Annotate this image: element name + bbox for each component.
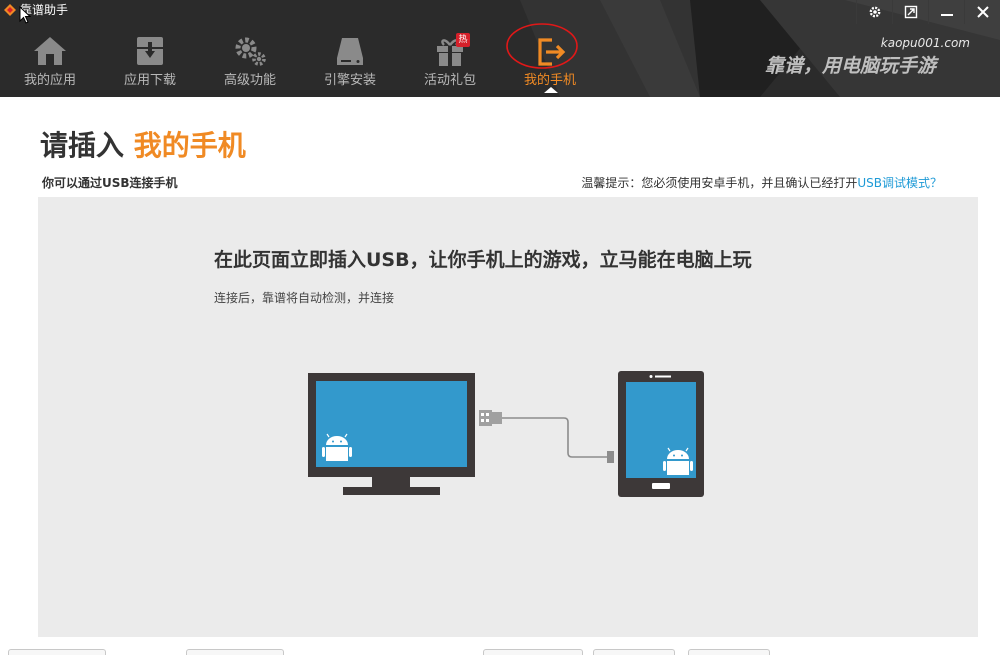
- nav-item-app-download[interactable]: 应用下载: [100, 30, 200, 92]
- panel-subtext: 连接后，靠谱将自动检测，并连接: [214, 291, 395, 305]
- nav-item-advanced[interactable]: 高级功能: [200, 30, 300, 92]
- nav-item-gift-pack[interactable]: 热 活动礼包: [400, 30, 500, 92]
- home-icon: [34, 37, 66, 65]
- restore-icon: [904, 5, 917, 19]
- monitor-icon: [308, 373, 475, 495]
- bottom-tab[interactable]: [593, 649, 675, 655]
- app-title: 靠谱助手: [4, 2, 68, 18]
- settings-button[interactable]: [856, 0, 892, 24]
- usb-cable-icon: [479, 410, 614, 463]
- connect-panel: 在此页面立即插入USB，让你手机上的游戏，立马能在电脑上玩 连接后，靠谱将自动检…: [38, 197, 978, 637]
- mouse-cursor-icon: [19, 6, 31, 24]
- phone-icon: [618, 371, 704, 497]
- nav-item-engine-install[interactable]: 引擎安装: [300, 30, 400, 92]
- bottom-tab[interactable]: [483, 649, 583, 655]
- page-title-prefix: 请插入: [40, 129, 125, 162]
- active-caret: [544, 87, 558, 93]
- main-nav: 我的应用 应用下载 高级功能 引擎安装 热 活动礼包 我的手机: [0, 23, 600, 93]
- window-controls: [856, 0, 1000, 24]
- nav-item-my-phone[interactable]: 我的手机: [500, 23, 600, 93]
- bottom-tab[interactable]: [8, 649, 106, 655]
- minimize-icon: [940, 14, 953, 16]
- usb-connection-illustration: [308, 371, 704, 497]
- tip-text: 温馨提示：您必须使用安卓手机，并且确认已经打开: [581, 176, 858, 190]
- site-url: kaopu001.com: [880, 36, 970, 50]
- usb-debug-tip: 温馨提示：您必须使用安卓手机，并且确认已经打开USB调试模式？: [581, 174, 942, 191]
- restore-button[interactable]: [892, 0, 928, 24]
- page-title: 请插入 我的手机: [40, 124, 246, 164]
- bottom-tab[interactable]: [186, 649, 284, 655]
- nav-label: 我的手机: [523, 73, 576, 88]
- nav-label: 活动礼包: [423, 73, 476, 88]
- panel-heading: 在此页面立即插入USB，让你手机上的游戏，立马能在电脑上玩: [214, 249, 752, 271]
- nav-item-my-apps[interactable]: 我的应用: [0, 30, 100, 92]
- close-button[interactable]: [964, 0, 1000, 24]
- close-icon: [976, 6, 989, 18]
- gears-icon: [235, 37, 266, 66]
- nav-label: 高级功能: [223, 73, 276, 88]
- download-icon: [137, 37, 163, 65]
- usb-debug-mode-link[interactable]: USB调试模式？: [857, 176, 942, 190]
- hot-badge: 热: [456, 33, 470, 47]
- brand-slogan: 靠谱，用电脑玩手游: [764, 55, 936, 77]
- page-title-highlight: 我的手机: [133, 129, 246, 162]
- bottom-tab[interactable]: [688, 649, 770, 655]
- app-logo-icon: [4, 4, 16, 16]
- settings-icon: [869, 6, 880, 18]
- disk-icon: [337, 38, 363, 65]
- top-bar: 靠谱助手 我的应用 应用下载 高级功能 引擎安装 热 活动礼包 我的手机 kao…: [0, 0, 1000, 97]
- nav-label: 引擎安装: [323, 73, 376, 88]
- nav-label: 应用下载: [123, 73, 176, 88]
- usb-connect-hint: 你可以通过USB连接手机: [42, 176, 178, 190]
- nav-label: 我的应用: [23, 73, 76, 88]
- minimize-button[interactable]: [928, 0, 964, 24]
- phone-exit-icon: [538, 38, 566, 66]
